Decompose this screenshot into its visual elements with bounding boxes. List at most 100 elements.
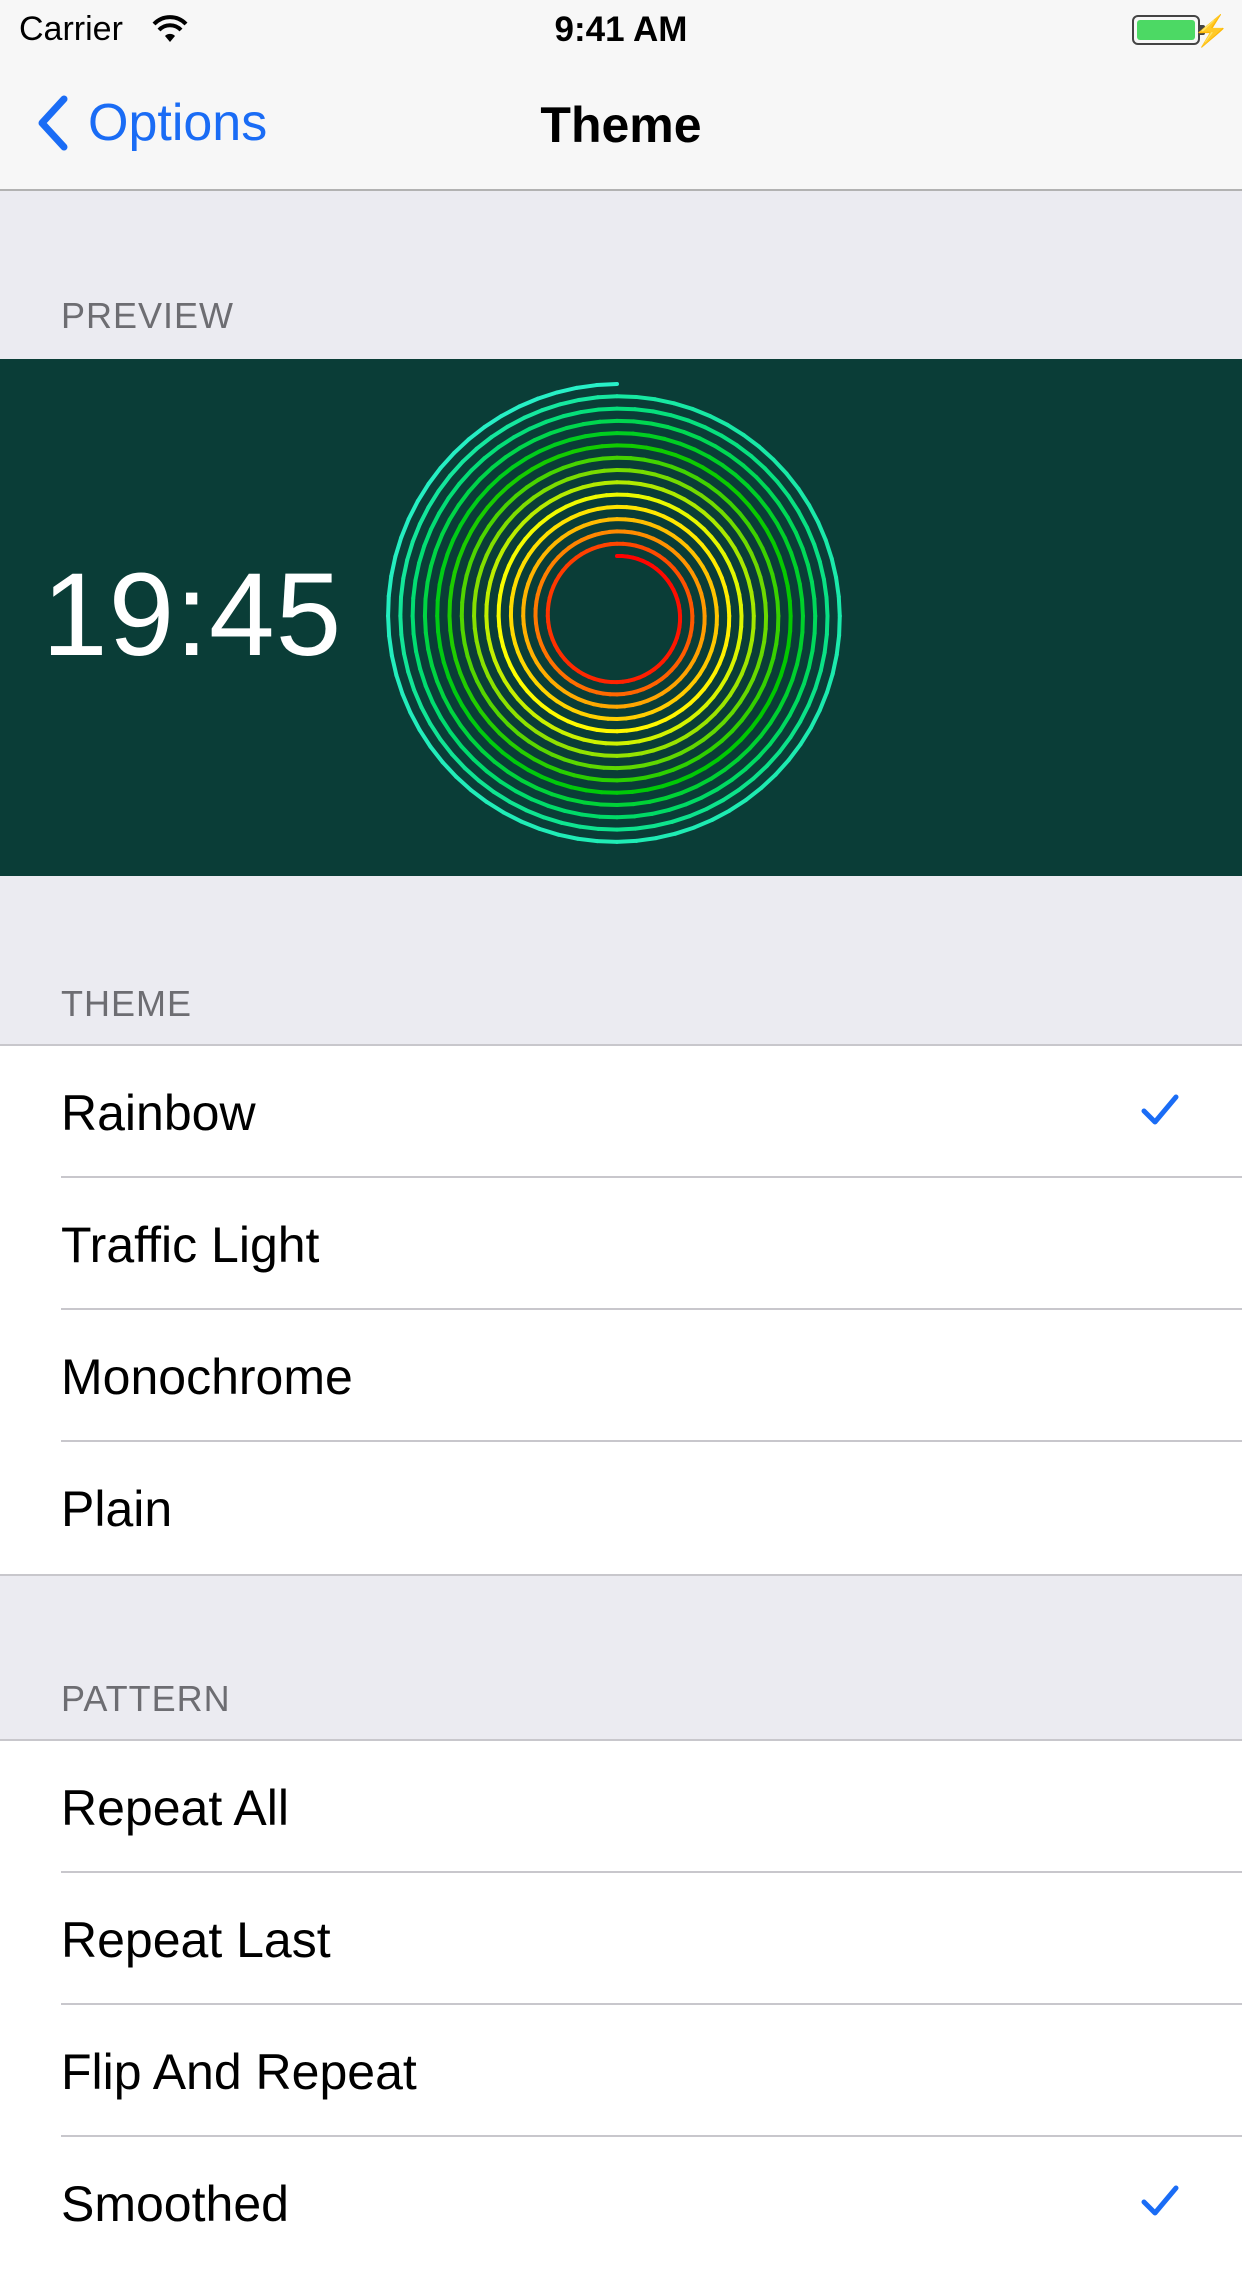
spiral-segment — [478, 488, 489, 500]
spiral-segment — [420, 730, 431, 747]
spiral-segment — [597, 384, 617, 385]
spiral-segment — [518, 734, 529, 742]
spiral-segment — [691, 768, 705, 775]
spiral-segment — [413, 580, 415, 598]
spiral-segment — [437, 600, 438, 616]
spiral-segment — [485, 447, 499, 458]
spiral-segment — [785, 646, 788, 661]
spiral-segment — [718, 750, 730, 759]
spiral-segment — [534, 759, 547, 766]
spiral-segment — [597, 841, 617, 842]
spiral-segment — [747, 486, 758, 498]
spiral-segment — [451, 733, 462, 747]
spiral-segment — [439, 476, 450, 491]
option-label: Flip And Repeat — [61, 2043, 417, 2101]
spiral-segment — [514, 429, 530, 437]
spiral-segment — [471, 739, 482, 751]
spiral-segment — [758, 497, 768, 510]
spiral-segment — [454, 439, 469, 453]
spiral-segment — [651, 423, 668, 427]
battery-icon — [1132, 15, 1200, 45]
spiral-segment — [774, 543, 780, 557]
spiral-segment — [827, 674, 833, 693]
spiral-segment — [473, 699, 481, 711]
status-time: 9:41 AM — [0, 10, 1242, 50]
spiral-segment — [545, 456, 559, 462]
pattern-option-repeat-all[interactable]: Repeat All — [0, 1741, 1242, 1873]
spiral-segment — [652, 810, 669, 814]
spiral-segment — [677, 775, 691, 781]
spiral-segment — [730, 740, 741, 750]
pattern-option-smoothed[interactable]: Smoothed — [0, 2137, 1242, 2269]
spiral-segment — [797, 648, 800, 664]
spiral-segment — [481, 711, 490, 722]
spiral-segment — [765, 468, 777, 481]
spiral-segment — [711, 741, 722, 750]
spiral-segment — [556, 783, 571, 787]
theme-option-traffic-light[interactable]: Traffic Light — [0, 1178, 1242, 1310]
spiral-segment — [471, 458, 484, 470]
spiral-segment — [764, 671, 769, 684]
spiral-segment — [826, 540, 832, 558]
spiral-segment — [776, 588, 778, 602]
spiral-segment — [574, 775, 588, 778]
spiral-segment — [530, 422, 547, 429]
spiral-segment — [503, 752, 515, 761]
spiral-segment — [471, 519, 479, 531]
spiral-segment — [776, 630, 778, 644]
spiral-segment — [717, 780, 732, 790]
spiral-segment — [580, 827, 599, 829]
spiral-segment — [430, 724, 440, 740]
pattern-option-flip-and-repeat[interactable]: Flip And Repeat — [0, 2005, 1242, 2137]
spiral-segment — [772, 574, 775, 588]
spiral-segment — [558, 835, 577, 839]
spiral-segment — [415, 563, 419, 580]
spiral-segment — [487, 771, 501, 782]
spiral-segment — [497, 486, 508, 496]
spiral-segment — [552, 794, 568, 799]
spiral-segment — [815, 671, 820, 689]
spiral-segment — [546, 416, 563, 422]
spiral-segment — [671, 467, 684, 472]
spiral-segment — [743, 465, 756, 476]
spiral-segment — [538, 473, 550, 479]
spiral-segment — [462, 705, 471, 718]
page-title: Theme — [0, 96, 1242, 154]
spiral-segment — [510, 802, 527, 810]
theme-option-rainbow[interactable]: Rainbow — [0, 1046, 1242, 1178]
theme-option-monochrome[interactable]: Monochrome — [0, 1310, 1242, 1442]
spiral-segment — [787, 474, 799, 489]
spiral-segment — [492, 427, 508, 437]
spiral-segment — [827, 616, 828, 634]
pattern-option-repeat-last[interactable]: Repeat Last — [0, 1873, 1242, 2005]
spiral-segment — [550, 468, 563, 473]
spiral-segment — [403, 694, 411, 712]
spiral-segment — [647, 448, 662, 451]
spiral-segment — [407, 542, 413, 560]
spiral-segment — [516, 487, 527, 495]
theme-option-plain[interactable]: Plain — [0, 1442, 1242, 1574]
spiral-segment — [583, 422, 600, 424]
spiral-segment — [735, 475, 747, 486]
spiral-segment — [758, 744, 770, 757]
spiral-segment — [673, 764, 686, 770]
spiral-segment — [401, 635, 404, 654]
spiral-segment — [811, 711, 820, 728]
spiral-segment — [450, 587, 452, 602]
section-header-pattern: PATTERN — [61, 1678, 231, 1720]
spiral-segment — [725, 760, 738, 770]
spiral-segment — [617, 433, 633, 434]
spiral-segment — [479, 781, 494, 792]
spiral-segment — [488, 496, 498, 507]
spiral-segment — [491, 742, 503, 752]
spiral-segment — [705, 427, 721, 435]
spiral-segment — [485, 416, 502, 427]
spiral-segment — [617, 829, 636, 830]
spiral-segment — [750, 697, 757, 709]
spiral-segment — [723, 465, 736, 475]
spiral-segment — [425, 583, 427, 600]
spiral-segment — [649, 436, 665, 439]
spiral-segment — [645, 460, 659, 463]
spiral-segment — [552, 755, 564, 760]
spiral-segment — [437, 681, 444, 696]
